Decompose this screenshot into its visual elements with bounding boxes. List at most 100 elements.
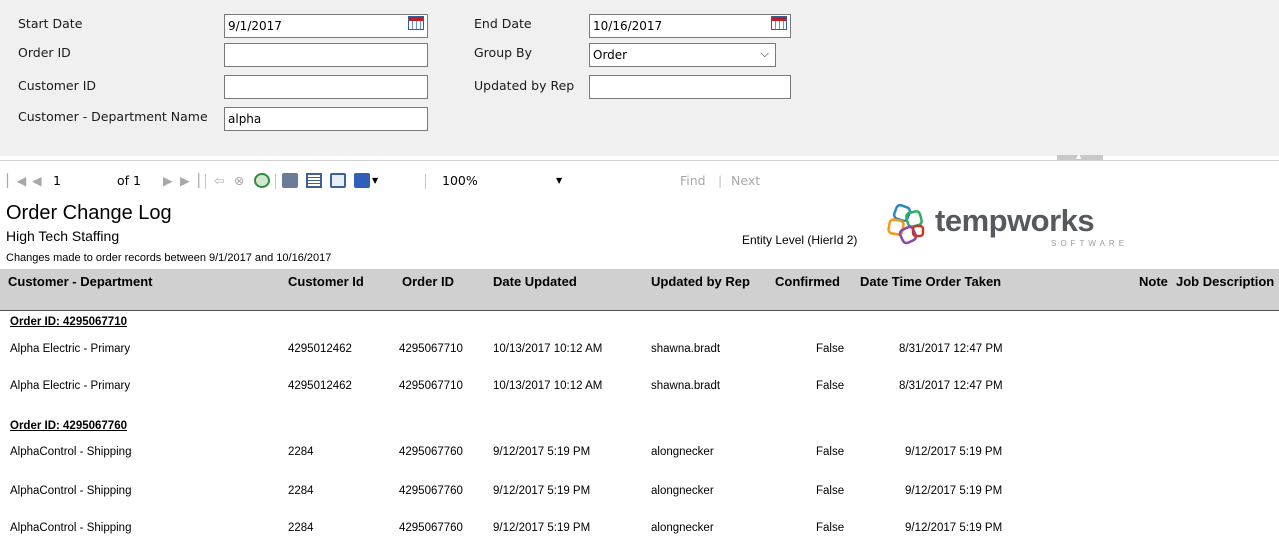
- print-icon[interactable]: [282, 173, 298, 188]
- customer-id-label: Customer ID: [18, 78, 97, 93]
- cell-customer-id: 2284: [288, 446, 314, 458]
- group-by-value: Order: [593, 48, 628, 62]
- report-subtitle: Changes made to order records between 9/…: [6, 252, 332, 264]
- end-date-label: End Date: [474, 16, 532, 31]
- group-by-label: Group By: [474, 45, 533, 60]
- cell-confirmed: False: [816, 343, 845, 355]
- cell-updated-by-rep: alongnecker: [651, 522, 714, 534]
- report-title: Order Change Log: [6, 202, 172, 224]
- cell-confirmed: False: [816, 380, 845, 392]
- page-setup-icon[interactable]: [330, 173, 346, 188]
- stop-icon[interactable]: ⊗: [234, 173, 244, 188]
- column-header-customer-department: Customer - Department: [8, 274, 153, 289]
- tempworks-logo: tempworks SOFTWARE: [885, 202, 1125, 252]
- current-page-input[interactable]: 1: [53, 173, 61, 188]
- export-dropdown-arrow-icon[interactable]: ▼: [372, 176, 378, 185]
- column-header-confirmed: Confirmed: [775, 274, 840, 289]
- order-id-label: Order ID: [18, 45, 71, 60]
- find-separator: |: [718, 173, 723, 188]
- group-header: Order ID: 4295067710: [10, 316, 127, 328]
- column-header-date-updated: Date Updated: [493, 274, 577, 289]
- toolbar-divider: [425, 174, 426, 189]
- cell-customer-department: AlphaControl - Shipping: [10, 446, 132, 458]
- cell-updated-by-rep: shawna.bradt: [651, 343, 721, 355]
- cell-customer-department: Alpha Electric - Primary: [10, 380, 131, 392]
- start-date-input[interactable]: 9/1/2017: [224, 14, 428, 38]
- cell-customer-id: 2284: [288, 522, 314, 534]
- end-date-input[interactable]: 10/16/2017: [589, 14, 791, 38]
- entity-level: Entity Level (HierId 2): [742, 233, 858, 247]
- zoom-dropdown-arrow-icon[interactable]: ▼: [556, 176, 562, 185]
- cell-order-id: 4295067710: [399, 380, 463, 392]
- cell-customer-id: 4295012462: [288, 380, 352, 392]
- group-header: Order ID: 4295067760: [10, 420, 127, 432]
- page-count: of 1: [117, 173, 141, 188]
- last-page-icon[interactable]: ▶▕: [180, 173, 199, 188]
- cell-date-time-order-taken: 9/12/2017 5:19 PM: [905, 485, 1003, 497]
- cell-date-time-order-taken: 8/31/2017 12:47 PM: [899, 380, 1003, 392]
- previous-page-icon[interactable]: ◀: [32, 173, 42, 188]
- cell-customer-id: 2284: [288, 485, 314, 497]
- column-header-order-id: Order ID: [402, 274, 455, 289]
- cell-updated-by-rep: alongnecker: [651, 485, 714, 497]
- cell-date-time-order-taken: 8/31/2017 12:47 PM: [899, 343, 1003, 355]
- cell-date-time-order-taken: 9/12/2017 5:19 PM: [905, 522, 1003, 534]
- updated-by-rep-input[interactable]: [589, 75, 791, 99]
- find-input[interactable]: [579, 171, 673, 191]
- start-date-label: Start Date: [18, 16, 83, 31]
- report-viewer: Order Change Log High Tech Staffing Chan…: [0, 196, 1279, 541]
- cell-customer-department: AlphaControl - Shipping: [10, 522, 132, 534]
- report-toolbar: ▏◀ ◀ 1 of 1 ▶ ▶▕ ⇦ ⊗ ▼ 100% ▼ Find | Nex…: [0, 168, 1279, 194]
- toolbar-divider: [205, 174, 206, 189]
- cell-date-time-order-taken: 9/12/2017 5:19 PM: [905, 446, 1003, 458]
- next-page-icon[interactable]: ▶: [163, 173, 173, 188]
- cell-customer-id: 4295012462: [288, 343, 352, 355]
- back-icon[interactable]: ⇦: [214, 173, 224, 188]
- cell-customer-department: Alpha Electric - Primary: [10, 343, 131, 355]
- find-link[interactable]: Find: [680, 173, 706, 188]
- cell-updated-by-rep: shawna.bradt: [651, 380, 721, 392]
- toolbar-divider: [275, 174, 276, 189]
- cell-order-id: 4295067710: [399, 343, 463, 355]
- column-header-date-time-order-taken: Date Time Order Taken: [860, 274, 1002, 289]
- divider: [0, 160, 1279, 161]
- cell-confirmed: False: [816, 446, 845, 458]
- table-header: Customer - Department Customer Id Order …: [0, 269, 1279, 311]
- cell-confirmed: False: [816, 485, 845, 497]
- cell-date-updated: 9/12/2017 5:19 PM: [493, 446, 591, 458]
- cell-date-updated: 10/13/2017 10:12 AM: [493, 380, 603, 392]
- print-layout-icon[interactable]: [306, 173, 322, 188]
- column-header-updated-by-rep: Updated by Rep: [651, 274, 750, 289]
- company-name: High Tech Staffing: [6, 228, 120, 244]
- chevron-up-icon: ▲: [1076, 152, 1082, 160]
- cell-date-updated: 10/13/2017 10:12 AM: [493, 343, 603, 355]
- column-header-note: Note: [1139, 274, 1168, 289]
- cell-customer-department: AlphaControl - Shipping: [10, 485, 132, 497]
- customer-id-input[interactable]: [224, 75, 428, 99]
- cell-order-id: 4295067760: [399, 485, 463, 497]
- cell-date-updated: 9/12/2017 5:19 PM: [493, 485, 591, 497]
- cell-order-id: 4295067760: [399, 446, 463, 458]
- column-header-customer-id: Customer Id: [288, 274, 364, 289]
- order-id-input[interactable]: [224, 43, 428, 67]
- cell-confirmed: False: [816, 522, 845, 534]
- customer-department-name-input[interactable]: alpha: [224, 107, 428, 131]
- logo-subtext: SOFTWARE: [1051, 239, 1129, 248]
- column-header-job-description: Job Description: [1176, 274, 1275, 289]
- cell-date-updated: 9/12/2017 5:19 PM: [493, 522, 591, 534]
- zoom-select[interactable]: 100%: [442, 173, 478, 188]
- logo-text: tempworks: [935, 203, 1095, 238]
- end-date-calendar-icon[interactable]: [771, 16, 787, 30]
- cell-updated-by-rep: alongnecker: [651, 446, 714, 458]
- group-by-select[interactable]: Order ⌵: [589, 43, 776, 67]
- refresh-icon[interactable]: [254, 173, 270, 188]
- chevron-down-icon: ⌵: [760, 47, 769, 60]
- parameters-panel: Start Date 9/1/2017 End Date 10/16/2017 …: [0, 0, 1279, 156]
- updated-by-rep-label: Updated by Rep: [474, 78, 575, 93]
- first-page-icon[interactable]: ▏◀: [7, 173, 26, 188]
- cell-order-id: 4295067760: [399, 522, 463, 534]
- next-link[interactable]: Next: [731, 173, 760, 188]
- start-date-calendar-icon[interactable]: [408, 16, 424, 30]
- customer-department-name-label: Customer - Department Name: [18, 109, 208, 124]
- export-icon[interactable]: [354, 173, 370, 188]
